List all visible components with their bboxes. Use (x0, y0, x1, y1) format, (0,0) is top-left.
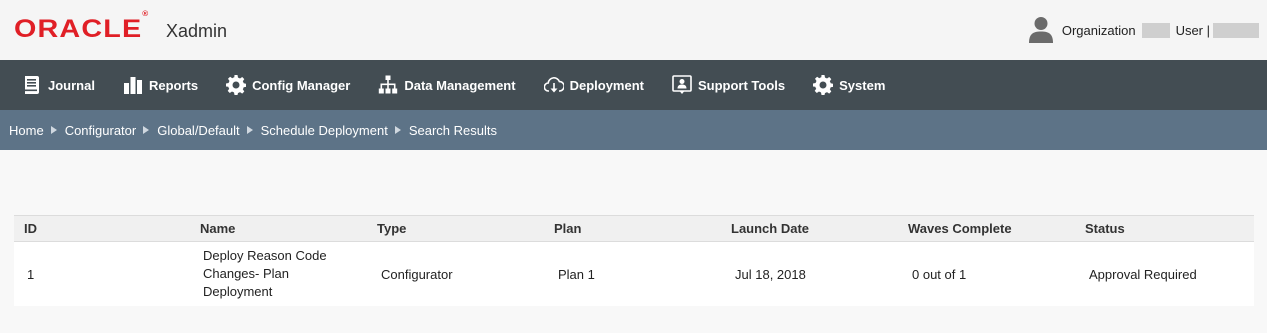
column-header-id[interactable]: ID (14, 221, 190, 236)
user-value-redacted (1213, 22, 1259, 38)
nav-support-tools[interactable]: Support Tools (672, 75, 785, 95)
cloud-download-icon (543, 77, 564, 93)
cell-plan: Plan 1 (558, 266, 595, 282)
nav-system[interactable]: System (813, 75, 885, 95)
column-header-plan[interactable]: Plan (544, 221, 721, 236)
support-icon (672, 75, 692, 94)
breadcrumb: Home Configurator Global/Default Schedul… (0, 110, 1267, 150)
gear-icon (813, 75, 834, 95)
gear-icon (226, 75, 247, 95)
breadcrumb-separator-icon (246, 126, 253, 134)
nav-journal[interactable]: Journal (22, 75, 95, 95)
journal-icon (25, 76, 39, 94)
breadcrumb-home[interactable]: Home (9, 123, 44, 138)
cell-waves-complete: 0 out of 1 (912, 266, 967, 282)
column-header-waves-complete[interactable]: Waves Complete (898, 221, 1075, 236)
table-header: ID Name Type Plan Launch Date Waves Comp… (14, 215, 1254, 242)
breadcrumb-separator-icon (50, 126, 57, 134)
oracle-logo[interactable]: ORACLE® (14, 11, 149, 44)
reports-icon (123, 77, 142, 94)
column-header-name[interactable]: Name (190, 221, 367, 236)
breadcrumb-separator-icon (394, 126, 401, 134)
organization-label: Organization (1061, 22, 1136, 38)
nav-reports[interactable]: Reports (123, 75, 198, 95)
column-header-launch-date[interactable]: Launch Date (721, 221, 898, 236)
cell-type: Configurator (381, 266, 453, 282)
nav-data-management[interactable]: Data Management (378, 75, 516, 95)
user-area[interactable]: Organization User | (1028, 16, 1259, 44)
app-name: Xadmin (166, 21, 228, 41)
main-nav: Journal Reports Config Manager Data Mana… (0, 60, 1267, 110)
cell-launch-date: Jul 18, 2018 (735, 266, 806, 282)
app-header: ORACLE® Xadmin Organization User | (0, 0, 1267, 60)
user-icon (1028, 17, 1053, 43)
results-table: ID Name Type Plan Launch Date Waves Comp… (14, 215, 1254, 306)
nav-deployment[interactable]: Deployment (543, 75, 644, 95)
column-header-type[interactable]: Type (367, 221, 544, 236)
hierarchy-icon (379, 75, 398, 94)
cell-id: 1 (27, 266, 35, 282)
breadcrumb-global-default[interactable]: Global/Default (157, 123, 239, 138)
cell-name: Deploy Reason Code Changes- Plan Deploym… (203, 248, 327, 299)
cell-status: Approval Required (1089, 266, 1197, 282)
breadcrumb-schedule-deployment[interactable]: Schedule Deployment (261, 123, 388, 138)
breadcrumb-separator-icon (143, 126, 150, 134)
nav-config-manager[interactable]: Config Manager (226, 75, 350, 95)
column-header-status[interactable]: Status (1075, 221, 1254, 236)
table-row[interactable]: 1 Deploy Reason Code Changes- Plan Deplo… (14, 242, 1254, 306)
organization-value-redacted (1141, 22, 1170, 38)
breadcrumb-configurator[interactable]: Configurator (65, 123, 137, 138)
user-label: User | (1175, 22, 1210, 38)
breadcrumb-search-results: Search Results (408, 122, 497, 138)
